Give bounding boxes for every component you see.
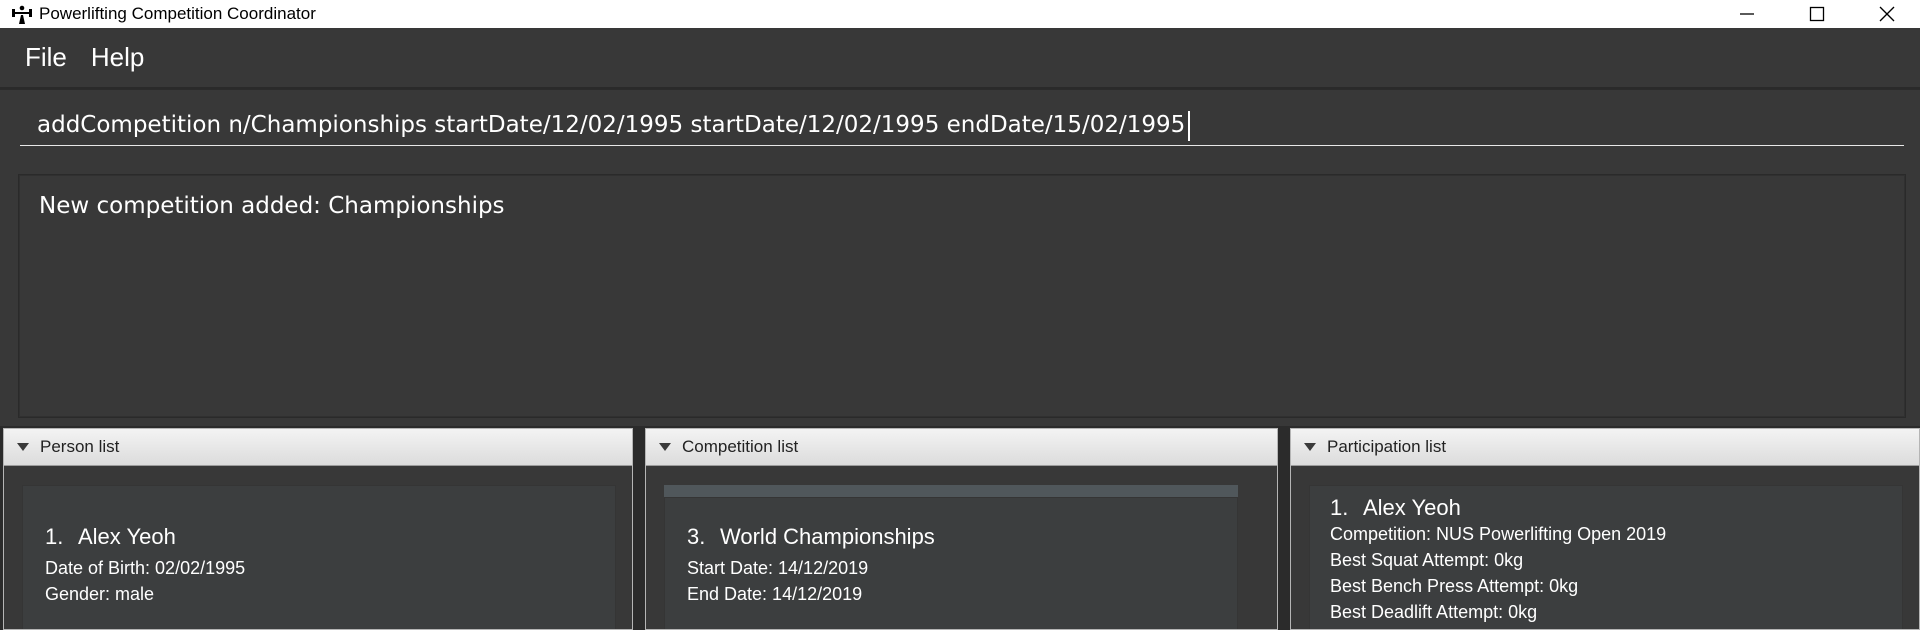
participation-card[interactable]: 1. Alex Yeoh Competition: NUS Powerlifti… [1309, 485, 1903, 629]
participation-card-competition: Competition: NUS Powerlifting Open 2019 [1330, 524, 1667, 544]
person-list-title: Person list [40, 437, 120, 456]
minimize-button[interactable] [1712, 0, 1782, 28]
person-card-gender: Gender: male [45, 584, 155, 604]
participation-card-deadlift: Best Deadlift Attempt: 0kg [1330, 602, 1538, 622]
collapse-arrow-icon [17, 443, 29, 451]
collapse-arrow-icon [659, 443, 671, 451]
command-box [0, 90, 1920, 170]
maximize-button[interactable] [1782, 0, 1852, 28]
participation-card-index: 1. [1330, 495, 1349, 520]
title-bar: Powerlifting Competition Coordinator [0, 0, 1920, 28]
window-title: Powerlifting Competition Coordinator [39, 4, 316, 23]
participation-list-title: Participation list [1327, 437, 1447, 456]
menu-file[interactable]: File [13, 42, 79, 73]
close-button[interactable] [1852, 0, 1920, 28]
competition-card[interactable]: 3. World Championships Start Date: 14/12… [664, 497, 1238, 629]
command-input[interactable] [20, 104, 1904, 146]
competition-card-name: World Championships [720, 524, 935, 549]
participation-card-bench: Best Bench Press Attempt: 0kg [1330, 576, 1579, 596]
result-message: New competition added: Championships [39, 193, 505, 219]
competition-list-title: Competition list [682, 437, 799, 456]
competition-card-index: 3. [687, 524, 706, 549]
result-display[interactable]: New competition added: Championships [18, 174, 1906, 418]
competition-card-end-date: End Date: 14/12/2019 [687, 584, 863, 604]
close-icon [1879, 6, 1895, 22]
person-list-body: 1. Alex Yeoh Date of Birth: 02/02/1995 G… [4, 467, 632, 629]
participation-card-squat: Best Squat Attempt: 0kg [1330, 550, 1524, 570]
menu-bar: File Help [0, 28, 1920, 89]
previous-card-edge [664, 485, 1238, 497]
menu-help[interactable]: Help [79, 42, 156, 73]
participation-card-name: Alex Yeoh [1363, 495, 1461, 520]
person-card-dob: Date of Birth: 02/02/1995 [45, 558, 246, 578]
participation-list-body: 1. Alex Yeoh Competition: NUS Powerlifti… [1291, 467, 1919, 629]
participation-list-panel: Participation list 1. Alex Yeoh Competit… [1290, 428, 1920, 630]
person-list-header[interactable]: Person list [4, 429, 632, 466]
participation-list-header[interactable]: Participation list [1291, 429, 1919, 466]
person-list-panel: Person list 1. Alex Yeoh Date of Birth: … [3, 428, 633, 630]
minimize-icon [1740, 13, 1754, 15]
result-display-area: New competition added: Championships [0, 170, 1920, 426]
maximize-icon [1809, 6, 1825, 22]
competition-list-body: 3. World Championships Start Date: 14/12… [646, 467, 1277, 629]
person-card[interactable]: 1. Alex Yeoh Date of Birth: 02/02/1995 G… [22, 485, 616, 629]
collapse-arrow-icon [1304, 443, 1316, 451]
barbell-lifter-icon [11, 3, 33, 25]
competition-list-panel: Competition list 3. World Championships … [645, 428, 1278, 630]
text-caret [1188, 111, 1190, 141]
person-card-index: 1. [45, 524, 64, 549]
competition-card-start-date: Start Date: 14/12/2019 [687, 558, 869, 578]
competition-list-header[interactable]: Competition list [646, 429, 1277, 466]
person-card-name: Alex Yeoh [78, 524, 176, 549]
